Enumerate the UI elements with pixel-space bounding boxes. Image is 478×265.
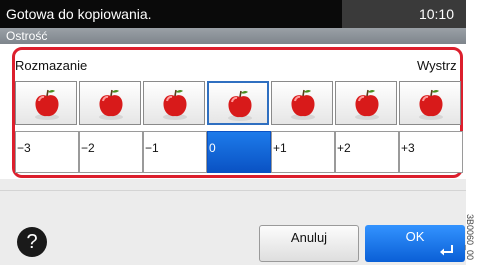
apple-icon <box>291 89 315 120</box>
status-time: 10:10 <box>418 6 454 22</box>
level-apple-5[interactable] <box>271 81 333 125</box>
screen-title: Ostrość <box>6 29 48 43</box>
level-button-7[interactable]: +3 <box>399 131 463 173</box>
apple-icon <box>228 90 252 121</box>
status-message: Gotowa do kopiowania. <box>0 0 342 28</box>
level-button-1[interactable]: −3 <box>15 131 79 173</box>
figure-code-text: 3B0060_00 <box>465 214 475 261</box>
level-apple-4[interactable] <box>207 81 269 125</box>
apple-icon <box>355 89 379 120</box>
scale-right-label: Wystrz <box>417 58 457 73</box>
apple-icon <box>419 89 443 120</box>
level-apple-1[interactable] <box>15 81 77 125</box>
ok-button[interactable]: OK <box>365 225 465 262</box>
level-apple-7[interactable] <box>399 81 461 125</box>
apple-icon <box>163 89 187 120</box>
enter-icon <box>440 245 453 256</box>
level-apple-2[interactable] <box>79 81 141 125</box>
level-apple-3[interactable] <box>143 81 205 125</box>
apple-row <box>15 81 463 128</box>
ok-label: OK <box>405 229 425 244</box>
cancel-label: Anuluj <box>290 230 328 245</box>
divider <box>0 190 466 191</box>
level-apple-6[interactable] <box>335 81 397 125</box>
level-button-4[interactable]: 0 <box>207 131 271 173</box>
level-button-2[interactable]: −2 <box>79 131 143 173</box>
help-button[interactable]: ? <box>17 227 47 257</box>
figure-code: 3B0060_00 <box>462 214 478 264</box>
touch-panel: Gotowa do kopiowania. 10:10 Ostrość Rozm… <box>0 0 466 265</box>
cancel-button[interactable]: Anuluj <box>259 225 359 262</box>
apple-icon <box>35 89 59 120</box>
level-values-row: −3 −2 −1 0 +1 +2 +3 <box>15 131 463 173</box>
scale-left-label: Rozmazanie <box>15 58 88 73</box>
screen-title-bar: Ostrość <box>0 28 466 44</box>
level-button-6[interactable]: +2 <box>335 131 399 173</box>
apple-icon <box>99 89 123 120</box>
level-button-5[interactable]: +1 <box>271 131 335 173</box>
status-bar: Gotowa do kopiowania. 10:10 <box>0 0 466 28</box>
scale-labels: Rozmazanie Wystrz <box>15 58 463 78</box>
level-button-3[interactable]: −1 <box>143 131 207 173</box>
